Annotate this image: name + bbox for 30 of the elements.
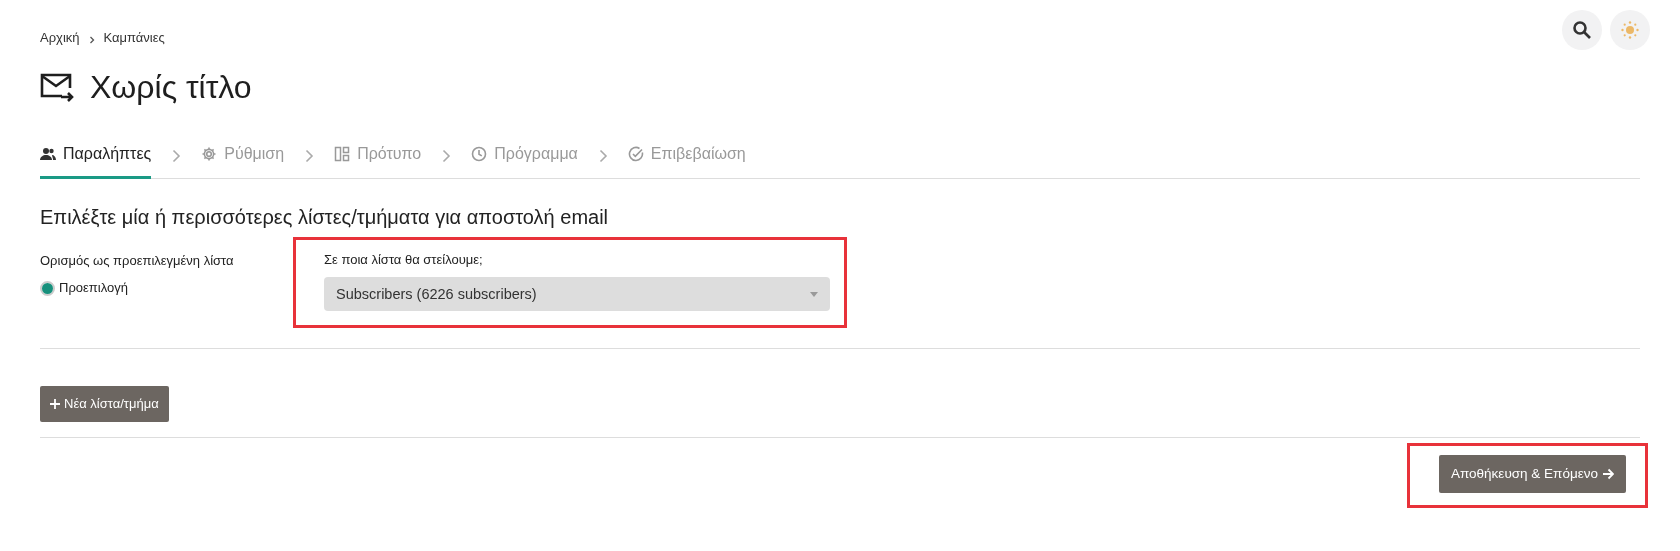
breadcrumb-link[interactable]: Καμπάνιες <box>103 28 165 48</box>
step-tab[interactable]: Επιβεβαίωση <box>627 133 746 179</box>
step-tab[interactable]: Παραλήπτες <box>40 133 152 179</box>
new-list-button[interactable]: Νέα λίστα/τμήμα <box>40 386 169 422</box>
people-icon <box>40 145 56 162</box>
clock-icon <box>471 145 488 162</box>
field-label: Ορισμός ως προεπιλεγμένη λίστα <box>40 251 235 270</box>
field-label: Σε ποια λίστα θα στείλουμε; <box>324 250 484 269</box>
breadcrumb-separator-icon <box>87 35 96 44</box>
section-heading: Επιλέξτε μία ή περισσότερες λίστες/τμήματα για αποστολή email <box>40 204 610 229</box>
caret-icon <box>810 291 818 297</box>
check-circle-icon <box>627 145 644 162</box>
step-tab[interactable]: Ρύθμιση <box>201 133 285 179</box>
plus-icon <box>50 399 60 410</box>
arrow-right-icon <box>1602 468 1614 480</box>
search-button[interactable] <box>1562 10 1602 50</box>
page-title: Χωρίς τίτλο <box>90 67 252 106</box>
mail-send-icon <box>40 71 74 102</box>
step-tab[interactable]: Πρότυπο <box>334 133 422 179</box>
list-dropdown[interactable]: Subscribers (6226 subscribers) <box>324 277 830 312</box>
sun-icon <box>1620 20 1640 40</box>
step-tab[interactable]: Πρόγραμμα <box>471 133 578 179</box>
radio-button[interactable] <box>40 280 55 296</box>
layout-icon <box>334 145 351 162</box>
theme-toggle-button[interactable] <box>1610 10 1650 50</box>
search-icon <box>1572 20 1592 40</box>
save-next-button[interactable]: Αποθήκευση & Επόμενο <box>1438 454 1626 494</box>
breadcrumb-link[interactable]: Αρχική <box>40 28 80 48</box>
gear-icon <box>201 145 218 162</box>
radio-label: Προεπιλογή <box>59 279 128 298</box>
